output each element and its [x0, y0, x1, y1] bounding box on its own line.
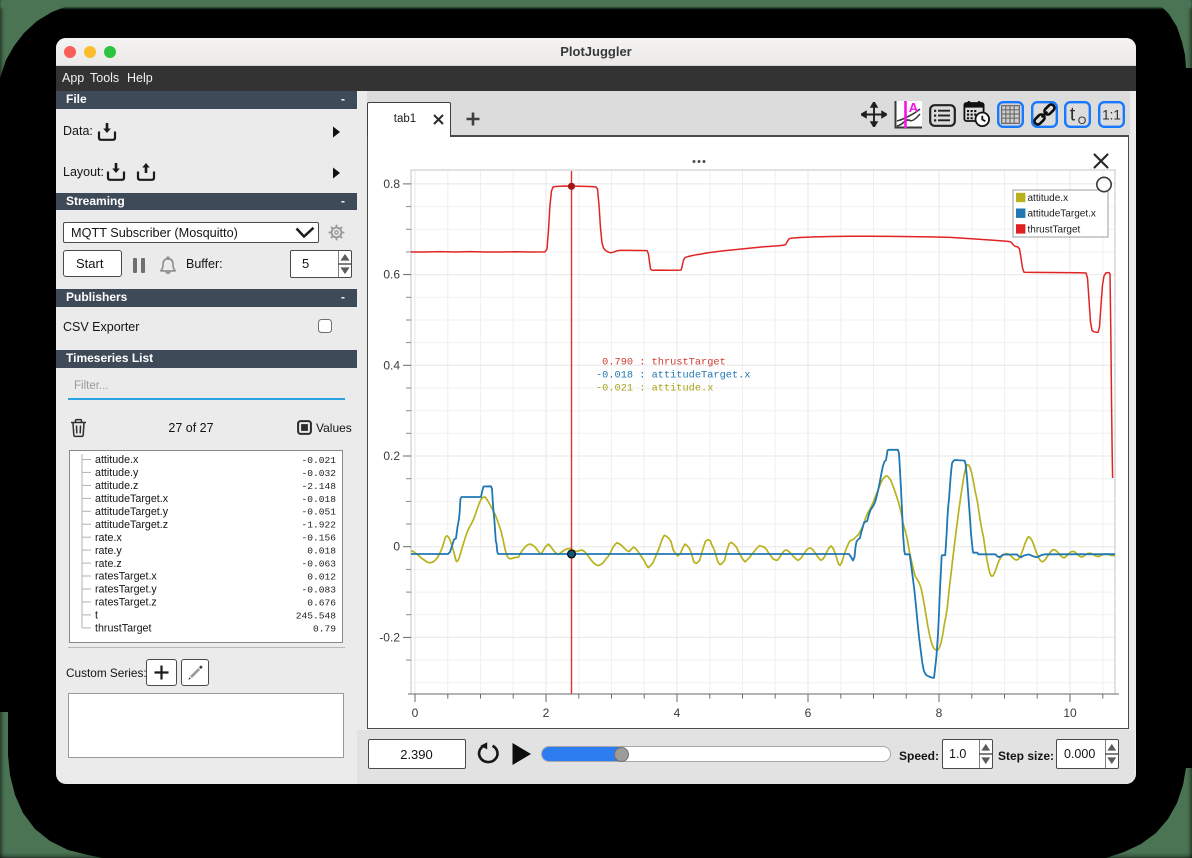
svg-text:0.012: 0.012 [307, 571, 336, 582]
svg-text:rate.x: rate.x [95, 532, 122, 544]
svg-text:245.548: 245.548 [296, 610, 337, 621]
svg-text:0.4: 0.4 [383, 358, 400, 372]
svg-text:-0.032: -0.032 [301, 468, 336, 479]
svg-text:-2.148: -2.148 [301, 481, 336, 492]
svg-text:attitudeTarget.x: attitudeTarget.x [1028, 209, 1096, 220]
svg-text:0.018: 0.018 [307, 546, 336, 557]
svg-text:ratesTarget.y: ratesTarget.y [95, 584, 157, 596]
svg-text:-0.2: -0.2 [379, 630, 400, 644]
svg-text:0.676: 0.676 [307, 597, 336, 608]
svg-text:-0.021: -0.021 [301, 455, 336, 466]
svg-text:attitude.x: attitude.x [1028, 193, 1069, 204]
svg-text:thrustTarget: thrustTarget [95, 623, 151, 635]
svg-text:rate.y: rate.y [95, 545, 122, 557]
svg-text:attitudeTarget.y: attitudeTarget.y [95, 506, 169, 518]
svg-text:A: A [909, 101, 919, 115]
svg-text:attitudeTarget.x: attitudeTarget.x [95, 493, 169, 505]
svg-text:attitude.y: attitude.y [95, 467, 139, 479]
svg-text:2: 2 [543, 706, 550, 720]
svg-text:-0.156: -0.156 [301, 533, 336, 544]
svg-text:thrustTarget: thrustTarget [1028, 224, 1081, 235]
svg-text:attitudeTarget.z: attitudeTarget.z [95, 519, 168, 531]
svg-text:ratesTarget.z: ratesTarget.z [95, 597, 157, 609]
svg-text:0.2: 0.2 [383, 449, 400, 463]
svg-text:-1.922: -1.922 [301, 520, 336, 531]
svg-text:-0.021 : attitude.x: -0.021 : attitude.x [596, 383, 713, 395]
svg-text:-0.051: -0.051 [301, 507, 336, 518]
svg-text:-0.018: -0.018 [301, 494, 336, 505]
svg-text:O: O [1078, 115, 1087, 127]
svg-text:0: 0 [412, 706, 419, 720]
svg-text:4: 4 [674, 706, 681, 720]
svg-text:attitude.z: attitude.z [95, 480, 138, 492]
svg-text:6: 6 [805, 706, 812, 720]
svg-text:-0.018 : attitudeTarget.x: -0.018 : attitudeTarget.x [596, 370, 750, 382]
svg-text:0.8: 0.8 [383, 177, 400, 191]
svg-text:ratesTarget.x: ratesTarget.x [95, 571, 157, 583]
svg-text:0.6: 0.6 [383, 268, 400, 282]
svg-text:rate.z: rate.z [95, 558, 122, 570]
svg-text:t: t [1070, 105, 1076, 126]
svg-text:1:1: 1:1 [1102, 107, 1121, 122]
svg-text:-0.083: -0.083 [301, 584, 336, 595]
svg-text:0.790 : thrustTarget: 0.790 : thrustTarget [596, 357, 726, 369]
svg-text:10: 10 [1063, 706, 1077, 720]
svg-text:attitude.x: attitude.x [95, 454, 139, 466]
svg-text:-0.063: -0.063 [301, 559, 336, 570]
svg-text:0: 0 [393, 540, 400, 554]
svg-text:t: t [95, 610, 98, 622]
svg-text:8: 8 [936, 706, 943, 720]
svg-text:0.79: 0.79 [313, 623, 336, 634]
